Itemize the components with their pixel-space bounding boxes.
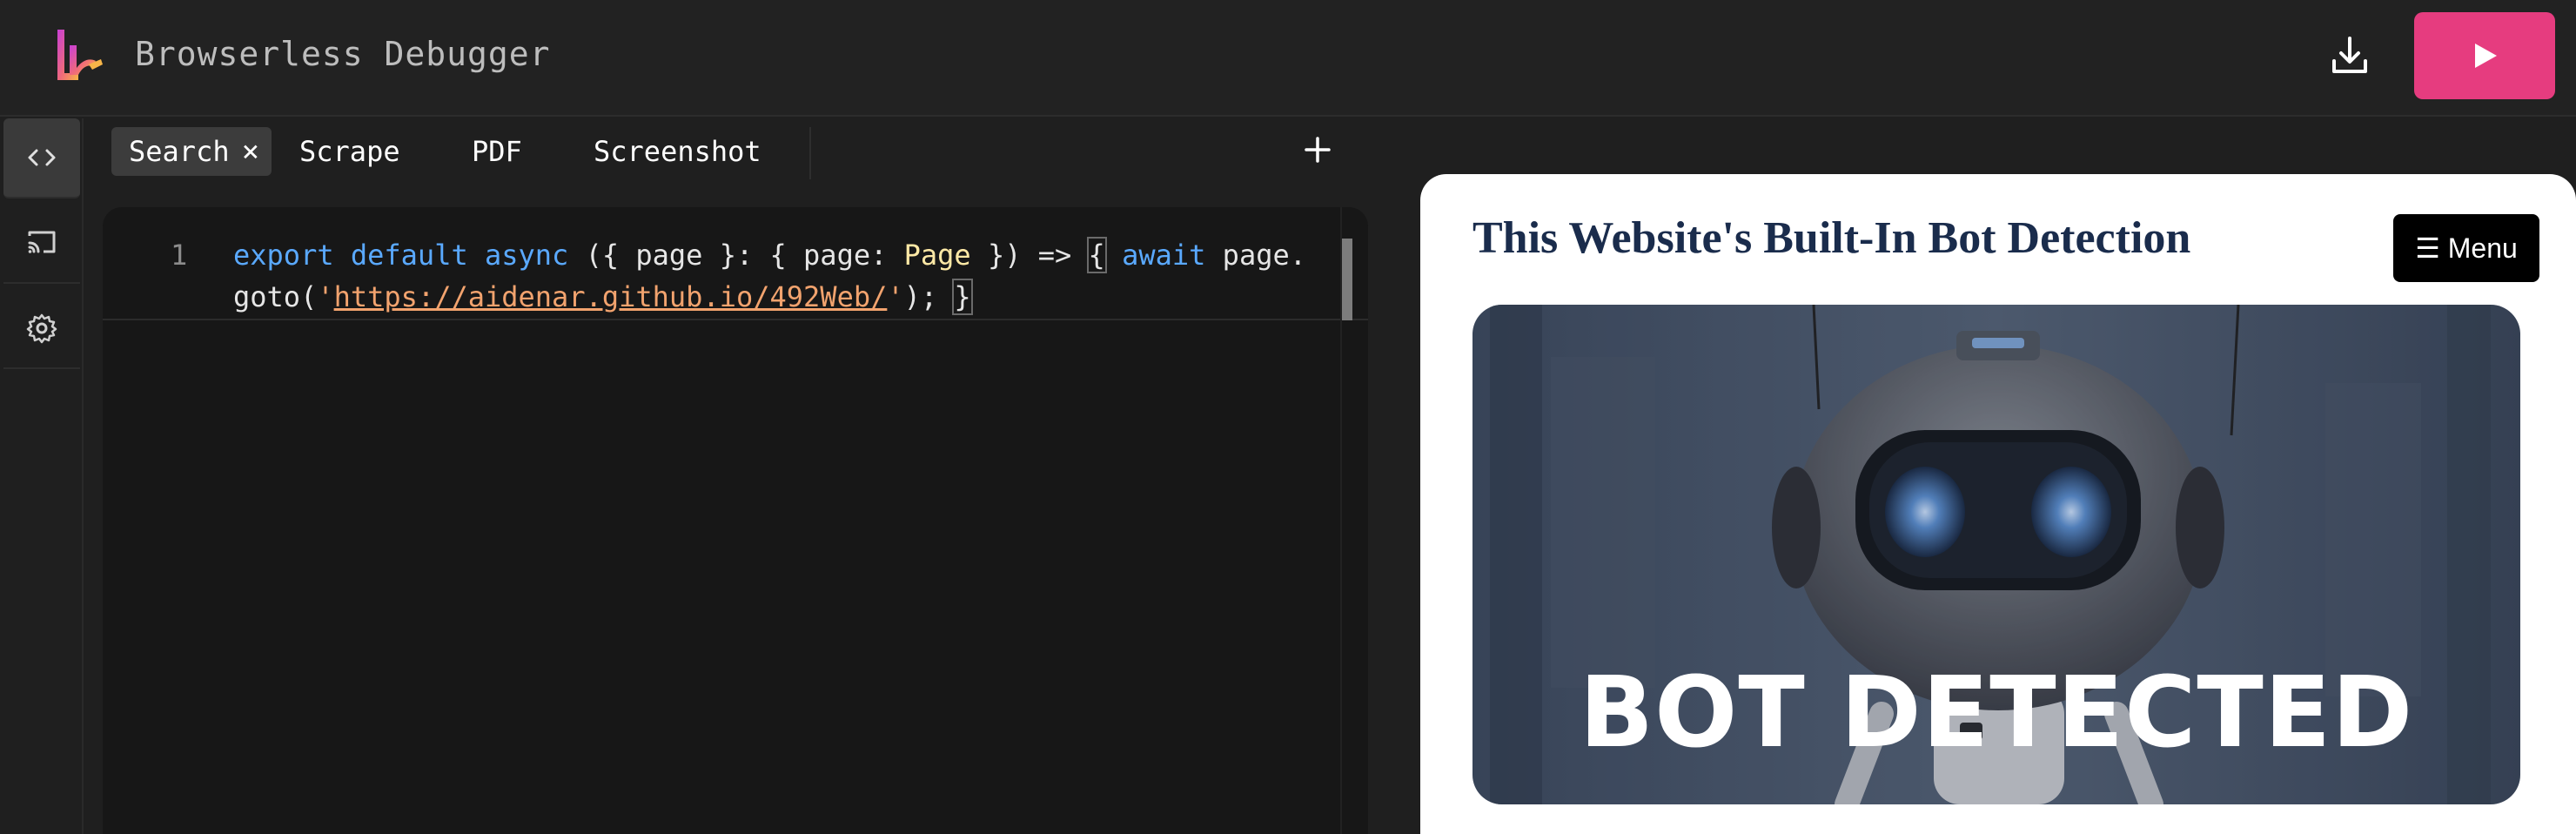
line-highlight (103, 319, 1368, 320)
sidebar-item-code[interactable] (3, 118, 80, 198)
close-icon[interactable]: × (242, 134, 259, 169)
plus-icon (1305, 137, 1331, 163)
line-number: 1 (171, 239, 188, 272)
tab-scrape[interactable]: Scrape (299, 127, 400, 176)
code-text: page. (1205, 239, 1306, 272)
scrollbar[interactable] (1342, 239, 1352, 320)
code-editor[interactable]: 1 export default async ({ page }: { page… (103, 207, 1368, 834)
tab-pdf[interactable]: PDF (472, 127, 522, 176)
tab-label: Search (129, 135, 230, 168)
string-quote: ' (317, 280, 334, 313)
keyword-async: async (484, 239, 569, 272)
menu-button[interactable]: ☰ Menu (2393, 214, 2539, 282)
cast-icon (28, 231, 56, 253)
run-button[interactable] (2414, 12, 2555, 99)
code-text: }) => (970, 239, 1089, 272)
close-brace: } (952, 279, 973, 315)
tab-divider (809, 127, 811, 179)
download-button[interactable] (2325, 31, 2374, 80)
hero-caption: BOT DETECTED (1579, 656, 2414, 770)
play-icon (2475, 44, 2497, 68)
tab-bar: Search × Scrape PDF Screenshot (84, 118, 1375, 181)
app-header: Browserless Debugger (0, 0, 2576, 117)
keyword-export: export (233, 239, 334, 272)
code-text: ({ page }: { page: (585, 239, 904, 272)
page-title: This Website's Built-In Bot Detection (1472, 213, 2191, 263)
string-literal: 'https://aidenar.github.io/492Web/' (317, 280, 903, 313)
hero-image: BOT DETECTED (1472, 305, 2520, 804)
code-text: goto( (233, 280, 318, 313)
app-title: Browserless Debugger (135, 35, 551, 73)
sidebar (0, 118, 84, 834)
keyword-default: default (350, 239, 468, 272)
sidebar-item-cast[interactable] (3, 204, 80, 284)
code-text: ); (903, 280, 955, 313)
keyword-await: await (1122, 239, 1206, 272)
type-name: Page (903, 239, 971, 272)
gear-icon (26, 313, 57, 344)
sidebar-item-settings[interactable] (3, 289, 80, 369)
tab-screenshot[interactable]: Screenshot (594, 127, 761, 176)
add-tab-button[interactable] (1293, 125, 1342, 174)
code-line-wrapped[interactable]: goto('https://aidenar.github.io/492Web/'… (233, 279, 973, 315)
code-icon (28, 149, 56, 166)
tab-label: Screenshot (594, 135, 761, 168)
tab-label: Scrape (299, 135, 400, 168)
tab-label: PDF (472, 135, 522, 168)
browserless-logo-icon (52, 26, 104, 84)
download-icon (2332, 37, 2367, 73)
open-brace: { (1086, 237, 1107, 273)
string-quote: ' (887, 280, 904, 313)
url-link[interactable]: https://aidenar.github.io/492Web/ (334, 280, 888, 313)
code-line[interactable]: export default async ({ page }: { page: … (233, 237, 1306, 273)
tab-search[interactable]: Search × (111, 127, 272, 176)
browser-preview[interactable]: This Website's Built-In Bot Detection ☰ … (1420, 174, 2576, 834)
